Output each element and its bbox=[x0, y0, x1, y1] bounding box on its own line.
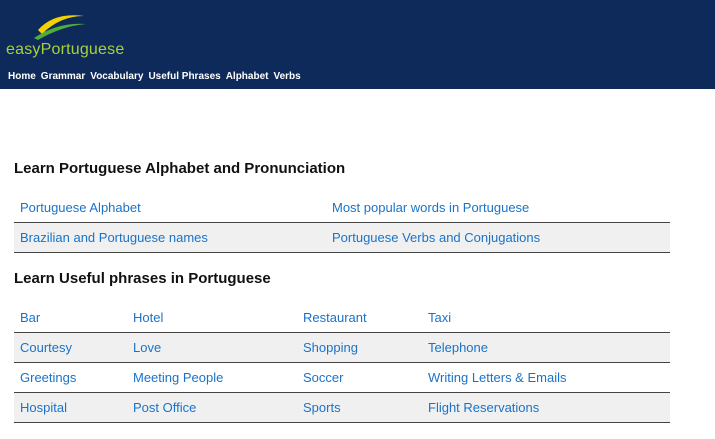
swoosh-logo-icon bbox=[34, 15, 86, 40]
table-row: Hospital Post Office Sports Flight Reser… bbox=[14, 392, 670, 423]
alphabet-section-title: Learn Portuguese Alphabet and Pronunciat… bbox=[14, 160, 346, 177]
nav-vocabulary[interactable]: Vocabulary bbox=[90, 71, 143, 82]
link-courtesy[interactable]: Courtesy bbox=[20, 340, 72, 355]
link-taxi[interactable]: Taxi bbox=[428, 310, 451, 325]
link-flight-reservations[interactable]: Flight Reservations bbox=[428, 400, 539, 415]
link-sports[interactable]: Sports bbox=[303, 400, 341, 415]
table-row: Courtesy Love Shopping Telephone bbox=[14, 332, 670, 363]
link-post-office[interactable]: Post Office bbox=[133, 400, 196, 415]
site-logo[interactable]: easyPortuguese bbox=[6, 8, 126, 63]
main-nav: Home Grammar Vocabulary Useful Phrases A… bbox=[8, 71, 301, 82]
nav-home[interactable]: Home bbox=[8, 71, 36, 82]
link-telephone[interactable]: Telephone bbox=[428, 340, 488, 355]
link-restaurant[interactable]: Restaurant bbox=[303, 310, 367, 325]
link-greetings[interactable]: Greetings bbox=[20, 370, 76, 385]
alphabet-links-table: Portuguese Alphabet Most popular words i… bbox=[14, 193, 670, 253]
table-row: Brazilian and Portuguese names Portugues… bbox=[14, 222, 670, 253]
nav-alphabet[interactable]: Alphabet bbox=[226, 71, 269, 82]
table-row: Greetings Meeting People Soccer Writing … bbox=[14, 362, 670, 393]
nav-grammar[interactable]: Grammar bbox=[41, 71, 85, 82]
table-row: Portuguese Alphabet Most popular words i… bbox=[14, 193, 670, 223]
link-soccer[interactable]: Soccer bbox=[303, 370, 343, 385]
nav-verbs[interactable]: Verbs bbox=[273, 71, 300, 82]
link-portuguese-alphabet[interactable]: Portuguese Alphabet bbox=[20, 200, 141, 215]
site-header: easyPortuguese Home Grammar Vocabulary U… bbox=[0, 0, 715, 89]
link-love[interactable]: Love bbox=[133, 340, 161, 355]
logo-text: easyPortuguese bbox=[6, 41, 125, 58]
link-verbs-conjugations[interactable]: Portuguese Verbs and Conjugations bbox=[332, 230, 540, 245]
link-writing-letters-emails[interactable]: Writing Letters & Emails bbox=[428, 370, 566, 385]
link-hospital[interactable]: Hospital bbox=[20, 400, 67, 415]
link-bar[interactable]: Bar bbox=[20, 310, 40, 325]
table-row: Bar Hotel Restaurant Taxi bbox=[14, 303, 670, 333]
phrases-links-table: Bar Hotel Restaurant Taxi Courtesy Love … bbox=[14, 303, 670, 423]
link-brazilian-portuguese-names[interactable]: Brazilian and Portuguese names bbox=[20, 230, 208, 245]
nav-useful-phrases[interactable]: Useful Phrases bbox=[148, 71, 220, 82]
link-shopping[interactable]: Shopping bbox=[303, 340, 358, 355]
link-most-popular-words[interactable]: Most popular words in Portuguese bbox=[332, 200, 529, 215]
link-meeting-people[interactable]: Meeting People bbox=[133, 370, 223, 385]
phrases-section-title: Learn Useful phrases in Portuguese bbox=[14, 270, 271, 287]
link-hotel[interactable]: Hotel bbox=[133, 310, 163, 325]
